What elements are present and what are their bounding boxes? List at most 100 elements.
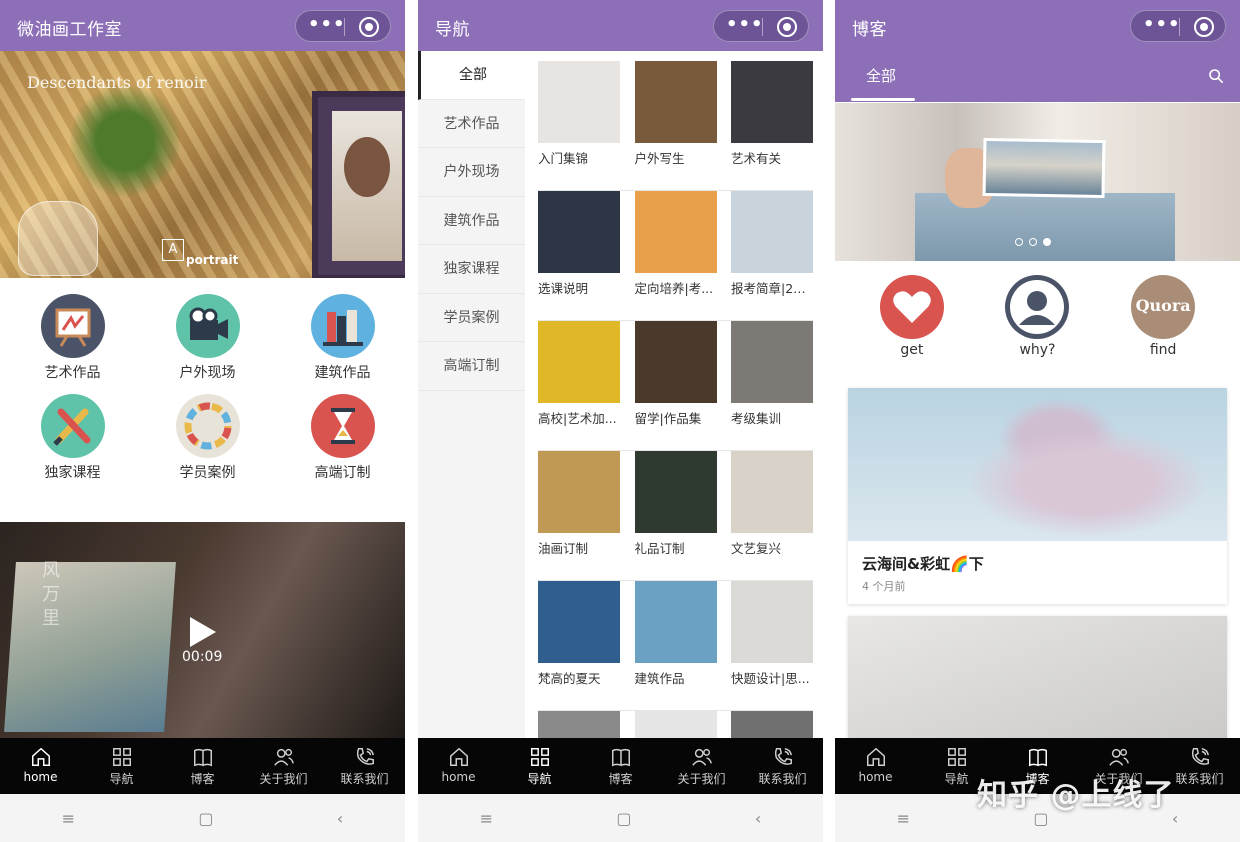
- grid-icon: [112, 748, 131, 766]
- thumbnail-image: [538, 581, 620, 663]
- tab-about[interactable]: 关于我们: [661, 738, 742, 794]
- more-icon[interactable]: •••: [1143, 16, 1180, 36]
- menu-icon[interactable]: ≡: [897, 809, 910, 828]
- thumbnail-item[interactable]: 艺术有关: [731, 61, 813, 190]
- post-cover: [848, 388, 1227, 541]
- thumbnail-image: [634, 191, 717, 273]
- thumbnail-item[interactable]: 高校|艺术加...: [538, 321, 620, 450]
- thumbnail-item[interactable]: 文艺复兴: [731, 451, 813, 580]
- post-card[interactable]: [848, 616, 1227, 756]
- system-nav-bar: ≡ ▢ ‹: [0, 794, 405, 842]
- capsule-divider: [1179, 18, 1180, 36]
- miniprogram-capsule: •••: [1130, 10, 1226, 42]
- tab-contact[interactable]: 联系我们: [742, 738, 823, 794]
- category-label: 户外现场: [179, 365, 236, 381]
- thumbnail-item[interactable]: 留学|作品集: [634, 321, 717, 450]
- tab-contact[interactable]: 联系我们: [324, 738, 405, 794]
- phone-icon: [1191, 748, 1209, 765]
- tab-home[interactable]: home: [0, 738, 81, 794]
- thumbnail-item[interactable]: 礼品订制: [634, 451, 717, 580]
- indicator-dot[interactable]: [1029, 238, 1037, 246]
- thumbnail-item[interactable]: [634, 711, 717, 738]
- thumbnail-item[interactable]: 快题设计|思...: [731, 581, 813, 710]
- tab-about[interactable]: 关于我们: [243, 738, 324, 794]
- category-label: 高端订制: [314, 465, 371, 481]
- thumbnail-caption: 入门集锦: [538, 151, 589, 166]
- thumbnail-item[interactable]: 入门集锦: [538, 61, 620, 190]
- sidebar-item-art[interactable]: 艺术作品: [418, 100, 525, 148]
- thumbnail-item[interactable]: 户外写生: [634, 61, 717, 190]
- close-miniprogram-icon[interactable]: [359, 17, 379, 37]
- back-icon[interactable]: ‹: [755, 809, 761, 828]
- hero-banner[interactable]: Descendants of renoir A portrait: [0, 51, 405, 278]
- thumbnail-item[interactable]: 报考简章|20...: [731, 191, 813, 320]
- thumbnail-image: [731, 711, 813, 738]
- sidebar-item-cases[interactable]: 学员案例: [418, 294, 525, 342]
- sidebar-item-all[interactable]: 全部: [418, 51, 525, 100]
- user-icon: [1005, 275, 1070, 339]
- post-time: 4 个月前: [862, 580, 906, 593]
- blog-quick-links: get why? Quora find: [835, 275, 1240, 358]
- menu-icon[interactable]: ≡: [480, 809, 493, 828]
- menu-icon[interactable]: ≡: [62, 809, 75, 828]
- tab-underline: [851, 98, 915, 101]
- video-player[interactable]: 风万里 00:09: [0, 522, 405, 738]
- close-miniprogram-icon[interactable]: [777, 17, 797, 37]
- search-icon[interactable]: [1208, 68, 1224, 84]
- sidebar-item-architecture[interactable]: 建筑作品: [418, 197, 525, 245]
- sidebar-item-courses[interactable]: 独家课程: [418, 245, 525, 294]
- tab-label: 联系我们: [758, 772, 807, 786]
- tab-label: 联系我们: [340, 772, 389, 786]
- category-item-courses[interactable]: 独家课程: [10, 390, 135, 490]
- category-item-custom[interactable]: 高端订制: [280, 390, 405, 490]
- thumbnail-item[interactable]: 油画订制: [538, 451, 620, 580]
- category-item-outdoor[interactable]: 户外现场: [145, 290, 270, 390]
- thumbnail-caption: 快题设计|思...: [731, 671, 810, 686]
- blog-banner[interactable]: [835, 103, 1240, 261]
- back-icon[interactable]: ‹: [337, 809, 343, 828]
- more-icon[interactable]: •••: [308, 16, 345, 36]
- close-miniprogram-icon[interactable]: [1194, 17, 1214, 37]
- indicator-dot-active[interactable]: [1043, 238, 1051, 246]
- thumbnail-row: [538, 711, 813, 738]
- thumbnail-image: [538, 61, 620, 143]
- thumbnail-image: [731, 321, 813, 403]
- tab-home[interactable]: home: [418, 738, 499, 794]
- tab-nav[interactable]: 导航: [499, 738, 580, 794]
- home-button-icon[interactable]: ▢: [616, 809, 631, 828]
- tab-home[interactable]: home: [835, 738, 916, 794]
- tab-all[interactable]: 全部: [866, 65, 896, 86]
- indicator-dot[interactable]: [1015, 238, 1023, 246]
- more-icon[interactable]: •••: [726, 16, 763, 36]
- tab-blog[interactable]: 博客: [162, 738, 243, 794]
- thumbnail-item[interactable]: 梵高的夏天: [538, 581, 620, 710]
- sidebar-item-custom[interactable]: 高端订制: [418, 342, 525, 391]
- quick-link-why[interactable]: why?: [992, 275, 1082, 358]
- hourglass-icon: [310, 394, 375, 458]
- quick-link-find[interactable]: Quora find: [1118, 275, 1208, 358]
- thumbnail-item[interactable]: 定向培养|考...: [634, 191, 717, 320]
- divider: [823, 0, 835, 842]
- play-icon[interactable]: [190, 617, 216, 647]
- sidebar-item-outdoor[interactable]: 户外现场: [418, 148, 525, 197]
- category-item-architecture[interactable]: 建筑作品: [280, 290, 405, 390]
- thumbnail-image: [634, 451, 717, 533]
- post-card[interactable]: 云海间&彩虹🌈下 4 个月前: [848, 388, 1227, 604]
- category-item-cases[interactable]: 学员案例: [145, 390, 270, 490]
- home-button-icon[interactable]: ▢: [198, 809, 213, 828]
- tab-blog[interactable]: 博客: [580, 738, 661, 794]
- plant-image: [70, 81, 180, 201]
- thumbnail-caption: 报考简章|20...: [731, 281, 813, 296]
- thumbnail-item[interactable]: [538, 711, 620, 738]
- books-icon: [310, 294, 375, 358]
- thumbnail-item[interactable]: 建筑作品: [634, 581, 717, 710]
- quick-link-get[interactable]: get: [867, 275, 957, 358]
- thumbnail-item[interactable]: 选课说明: [538, 191, 620, 320]
- category-item-art[interactable]: 艺术作品: [10, 290, 135, 390]
- tab-label: 导航: [109, 772, 134, 786]
- quick-link-label: get: [900, 342, 924, 358]
- thumbnail-grid: 入门集锦 户外写生 艺术有关选课说明 定向培养|考... 报考简章|20... 高校|艺术…: [538, 61, 813, 738]
- tab-nav[interactable]: 导航: [81, 738, 162, 794]
- thumbnail-item[interactable]: [731, 711, 813, 738]
- thumbnail-item[interactable]: 考级集训: [731, 321, 813, 450]
